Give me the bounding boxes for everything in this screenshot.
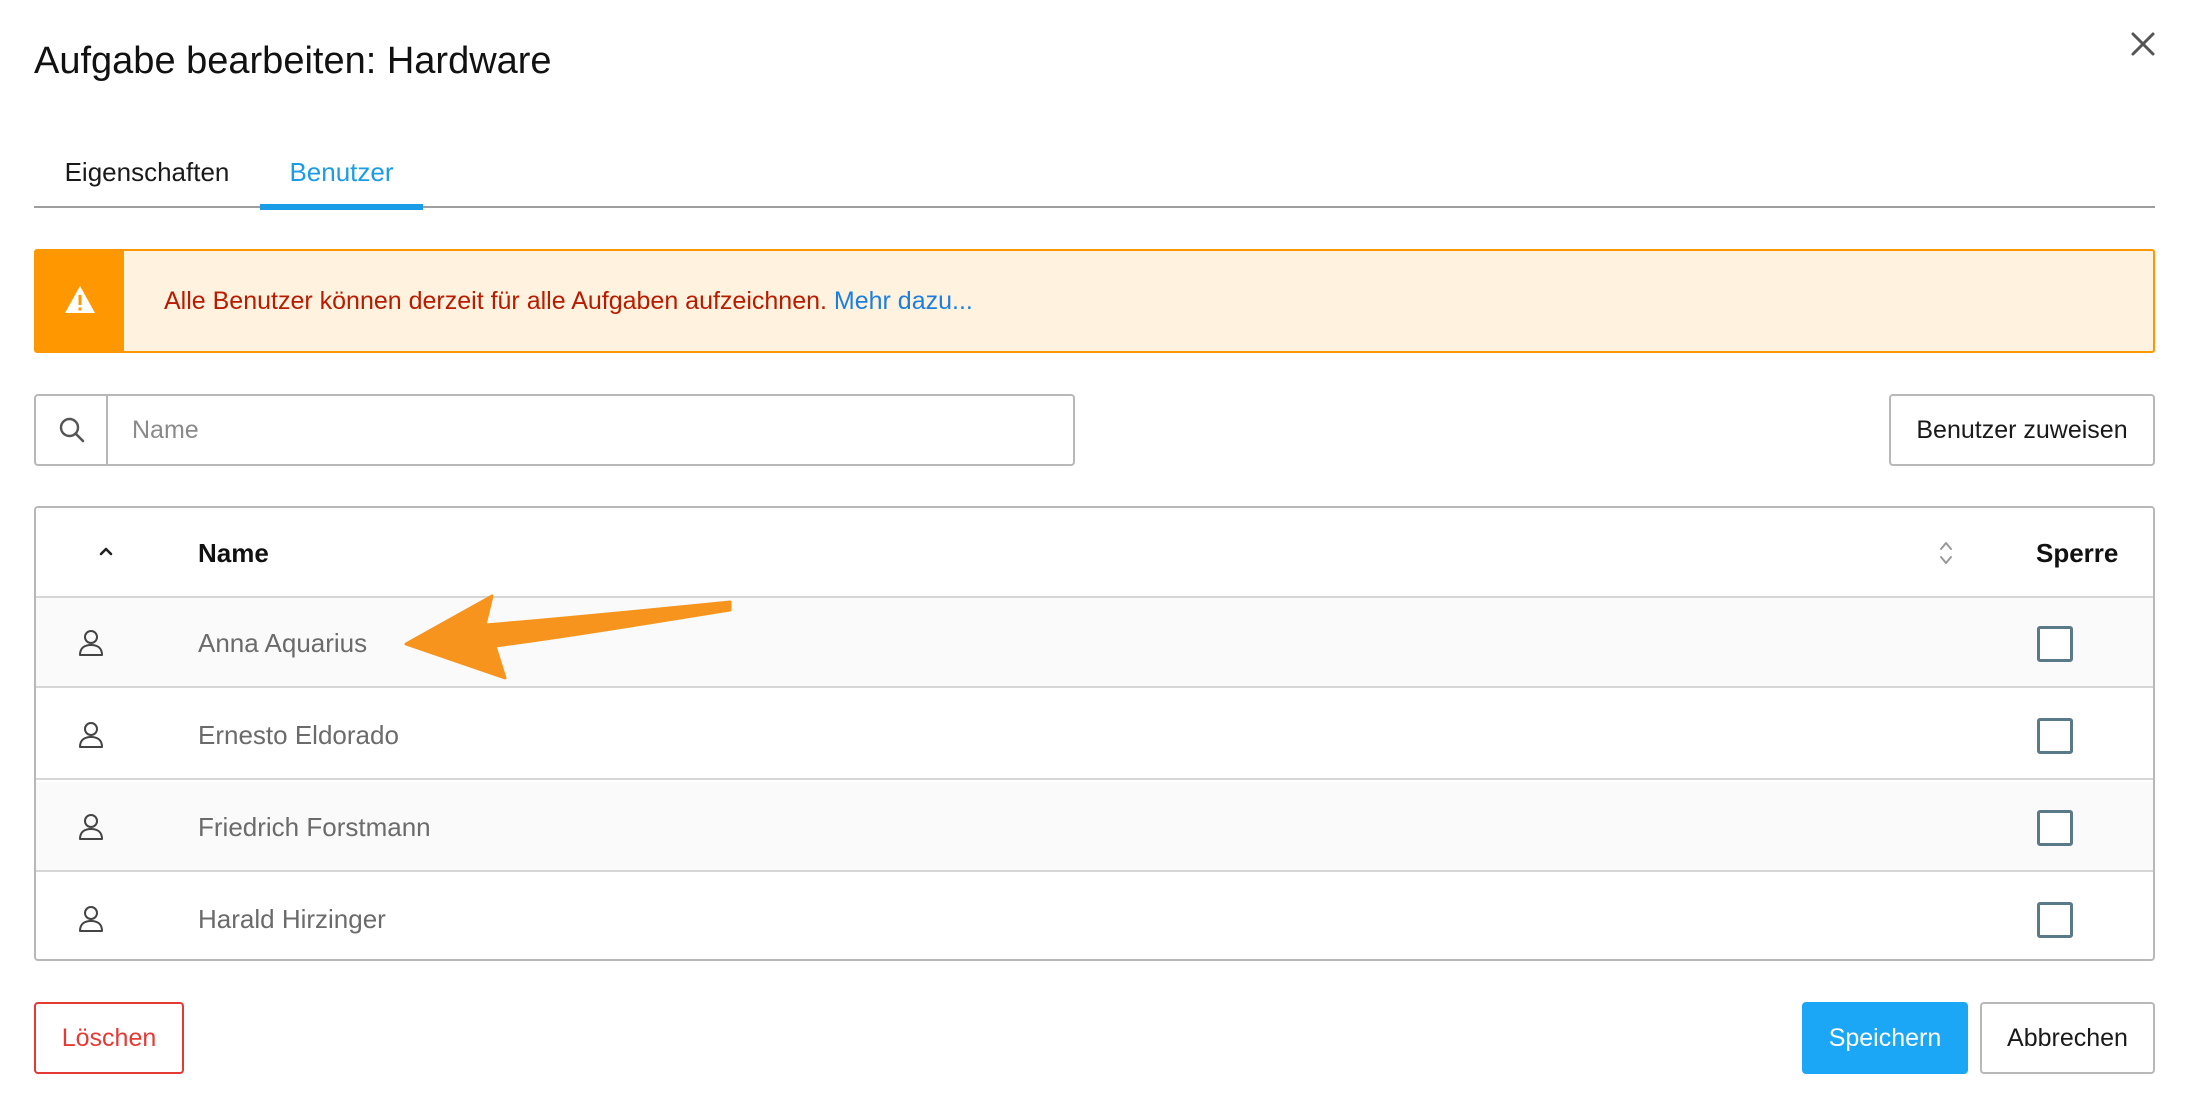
lock-checkbox[interactable] [2037,810,2073,846]
table-row: Harald Hirzinger [36,874,2153,959]
cancel-button[interactable]: Abbrechen [1980,1002,2155,1074]
warning-alert: Alle Benutzer können derzeit für alle Au… [34,249,2155,353]
user-icon [79,906,103,932]
table-row: Friedrich Forstmann [36,782,2153,872]
lock-checkbox[interactable] [2037,902,2073,938]
column-header-name[interactable]: Name [198,508,269,598]
search-icon [59,417,85,443]
alert-icon-box [36,251,124,351]
warning-icon [65,286,95,313]
assign-user-button[interactable]: Benutzer zuweisen [1889,394,2155,466]
users-table: Name Sperre Anna Aquarius Ernesto Eldora… [34,506,2155,961]
table-row: Ernesto Eldorado [36,690,2153,780]
search-box [34,394,1075,466]
delete-button[interactable]: Löschen [34,1002,184,1074]
user-name: Friedrich Forstmann [198,812,431,842]
tab-bar: Eigenschaften Benutzer [34,140,2155,210]
table-row: Anna Aquarius [36,598,2153,688]
edit-task-dialog: Aufgabe bearbeiten: Hardware Eigenschaft… [0,0,2190,1100]
search-icon-box [36,396,108,464]
user-name: Harald Hirzinger [198,904,386,934]
column-header-lock: Sperre [2036,538,2119,568]
dialog-title: Aufgabe bearbeiten: Hardware [34,40,552,82]
alert-message: Alle Benutzer können derzeit für alle Au… [164,251,973,351]
lock-checkbox[interactable] [2037,626,2073,662]
close-icon [2131,32,2155,56]
chevron-up-icon[interactable] [98,543,114,559]
sort-icon[interactable] [1936,538,1956,568]
user-icon [79,722,103,748]
user-name: Ernesto Eldorado [198,720,399,750]
user-icon [79,814,103,840]
annotation-arrow-icon [404,594,732,680]
close-button[interactable] [2123,24,2163,64]
search-input[interactable] [110,396,1070,464]
more-info-link[interactable]: Mehr dazu... [834,287,973,315]
save-button[interactable]: Speichern [1802,1002,1968,1074]
user-name: Anna Aquarius [198,628,368,658]
tab-benutzer[interactable]: Benutzer [260,140,423,210]
alert-text: Alle Benutzer können derzeit für alle Au… [164,287,827,315]
table-header: Name Sperre [36,508,2153,598]
tab-eigenschaften[interactable]: Eigenschaften [34,140,260,208]
lock-checkbox[interactable] [2037,718,2073,754]
user-icon [79,630,103,656]
